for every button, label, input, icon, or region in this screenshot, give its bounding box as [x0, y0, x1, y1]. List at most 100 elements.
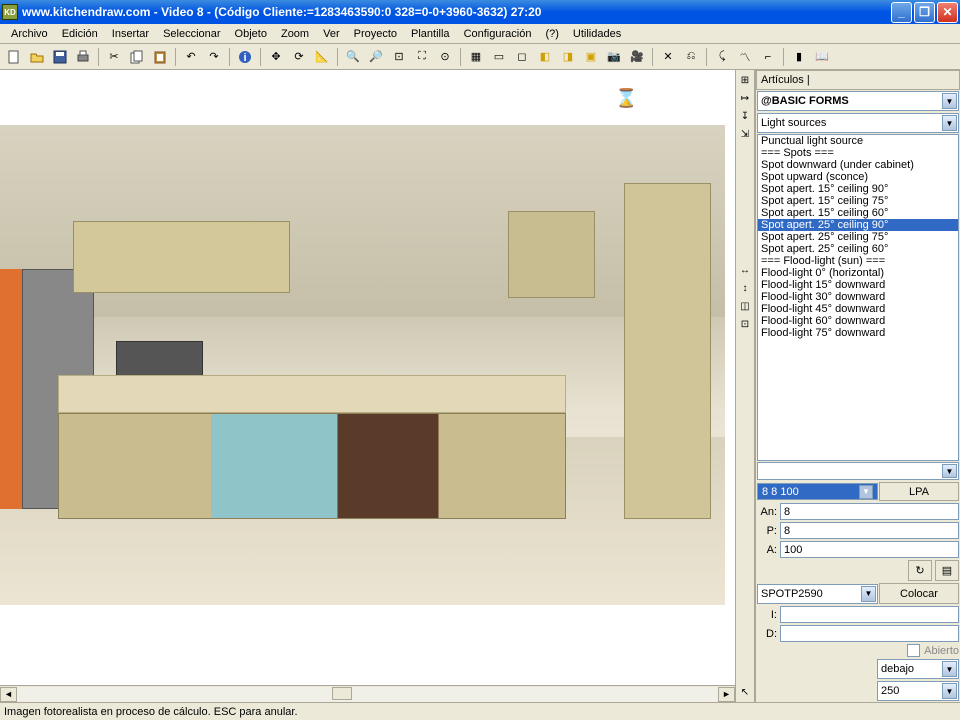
save-icon[interactable] [50, 47, 70, 67]
info-icon[interactable]: i [235, 47, 255, 67]
view-shaded-icon[interactable]: ◨ [558, 47, 578, 67]
lpa-button[interactable]: LPA [879, 482, 959, 501]
vtool-8-icon[interactable]: ⊡ [737, 316, 753, 332]
zoom-out-icon[interactable]: 🔎 [366, 47, 386, 67]
vtool-4-icon[interactable]: ⇲ [737, 126, 753, 142]
list-item[interactable]: Flood-light 15° downward [758, 279, 958, 291]
new-icon[interactable] [4, 47, 24, 67]
horizontal-scrollbar[interactable]: ◄ ► [0, 685, 735, 702]
sub-combo[interactable]: ▼ [757, 462, 959, 480]
open-checkbox[interactable] [907, 644, 920, 657]
offset-combo[interactable]: 250▼ [877, 681, 959, 701]
category-combo[interactable]: Light sources▼ [757, 113, 959, 133]
tool-b-icon[interactable]: ⎌ [681, 47, 701, 67]
menu-objeto[interactable]: Objeto [228, 26, 274, 42]
view-real-icon[interactable]: ▣ [581, 47, 601, 67]
list-item[interactable]: Spot apert. 25° ceiling 90° [758, 219, 958, 231]
redo-icon[interactable]: ↷ [204, 47, 224, 67]
menu-ver[interactable]: Ver [316, 26, 347, 42]
vtool-cursor-icon[interactable]: ↖ [737, 684, 753, 700]
list-item[interactable]: Spot apert. 25° ceiling 75° [758, 231, 958, 243]
catalog-icon[interactable]: 📖 [812, 47, 832, 67]
list-item[interactable]: === Flood-light (sun) === [758, 255, 958, 267]
vtool-7-icon[interactable]: ◫ [737, 298, 753, 314]
scroll-right-button[interactable]: ► [718, 687, 735, 702]
undo-icon[interactable]: ↶ [181, 47, 201, 67]
paste-icon[interactable] [150, 47, 170, 67]
open-icon[interactable] [27, 47, 47, 67]
detail-button[interactable]: ▤ [935, 560, 959, 581]
maximize-button[interactable]: ❐ [914, 2, 935, 23]
menu-bar: Archivo Edición Insertar Seleccionar Obj… [0, 24, 960, 44]
list-item[interactable]: Spot upward (sconce) [758, 171, 958, 183]
depth-input[interactable] [780, 522, 959, 539]
d-input[interactable] [780, 625, 959, 642]
menu-zoom[interactable]: Zoom [274, 26, 316, 42]
zoom-fit-icon[interactable]: ⛶ [412, 47, 432, 67]
rotate-icon[interactable]: ⟳ [289, 47, 309, 67]
list-item[interactable]: Spot apert. 15° ceiling 60° [758, 207, 958, 219]
altitude-input[interactable] [780, 541, 959, 558]
list-item[interactable]: Flood-light 0° (horizontal) [758, 267, 958, 279]
list-item[interactable]: Spot downward (under cabinet) [758, 159, 958, 171]
refresh-button[interactable]: ↻ [908, 560, 932, 581]
render-viewport[interactable]: ⌛ [0, 70, 735, 685]
view-top-icon[interactable]: ▦ [466, 47, 486, 67]
zoom-prev-icon[interactable]: ⊙ [435, 47, 455, 67]
scroll-thumb[interactable] [332, 687, 352, 700]
video-icon[interactable]: 🎥 [627, 47, 647, 67]
tool-d-icon[interactable]: 〽 [735, 47, 755, 67]
vtool-6-icon[interactable]: ↕ [737, 280, 753, 296]
ref-combo[interactable]: SPOTP2590▼ [757, 584, 878, 604]
close-button[interactable]: ✕ [937, 2, 958, 23]
menu-proyecto[interactable]: Proyecto [347, 26, 404, 42]
menu-utilidades[interactable]: Utilidades [566, 26, 628, 42]
menu-insertar[interactable]: Insertar [105, 26, 156, 42]
zoom-in-icon[interactable]: 🔍 [343, 47, 363, 67]
menu-configuracion[interactable]: Configuración [457, 26, 539, 42]
list-item[interactable]: Punctual light source [758, 135, 958, 147]
camera-icon[interactable]: 📷 [604, 47, 624, 67]
cut-icon[interactable]: ✂ [104, 47, 124, 67]
list-item[interactable]: Flood-light 30° downward [758, 291, 958, 303]
vtool-5-icon[interactable]: ↔ [737, 262, 753, 278]
dims-display[interactable]: 8 8 100▼ [757, 483, 878, 500]
tool-a-icon[interactable]: ✕ [658, 47, 678, 67]
list-item[interactable]: Spot apert. 25° ceiling 60° [758, 243, 958, 255]
width-input[interactable] [780, 503, 959, 520]
menu-seleccionar[interactable]: Seleccionar [156, 26, 227, 42]
scroll-left-button[interactable]: ◄ [0, 687, 17, 702]
position-combo[interactable]: debajo▼ [877, 659, 959, 679]
view-wire-icon[interactable]: ◻ [512, 47, 532, 67]
list-item[interactable]: Spot apert. 15° ceiling 90° [758, 183, 958, 195]
items-listbox[interactable]: Punctual light source=== Spots ===Spot d… [757, 134, 959, 461]
i-label: I: [757, 609, 779, 621]
menu-edicion[interactable]: Edición [55, 26, 105, 42]
list-item[interactable]: Spot apert. 15° ceiling 75° [758, 195, 958, 207]
measure-icon[interactable]: 📐 [312, 47, 332, 67]
tool-e-icon[interactable]: ⌐ [758, 47, 778, 67]
vtool-1-icon[interactable]: ⊞ [737, 72, 753, 88]
place-button[interactable]: Colocar [879, 583, 959, 604]
vtool-2-icon[interactable]: ↦ [737, 90, 753, 106]
list-item[interactable]: Flood-light 60° downward [758, 315, 958, 327]
list-item[interactable]: === Spots === [758, 147, 958, 159]
palette-icon[interactable]: ▮ [789, 47, 809, 67]
copy-icon[interactable] [127, 47, 147, 67]
chevron-down-icon: ▼ [861, 586, 876, 602]
view-elev-icon[interactable]: ▭ [489, 47, 509, 67]
zoom-window-icon[interactable]: ⊡ [389, 47, 409, 67]
list-item[interactable]: Flood-light 75° downward [758, 327, 958, 339]
catalog-combo[interactable]: @BASIC FORMS▼ [757, 91, 959, 111]
tool-c-icon[interactable]: ⤹ [712, 47, 732, 67]
print-icon[interactable] [73, 47, 93, 67]
menu-archivo[interactable]: Archivo [4, 26, 55, 42]
menu-help[interactable]: (?) [538, 26, 565, 42]
move-icon[interactable]: ✥ [266, 47, 286, 67]
list-item[interactable]: Flood-light 45° downward [758, 303, 958, 315]
vtool-3-icon[interactable]: ↧ [737, 108, 753, 124]
menu-plantilla[interactable]: Plantilla [404, 26, 457, 42]
i-input[interactable] [780, 606, 959, 623]
minimize-button[interactable]: _ [891, 2, 912, 23]
view-hidden-icon[interactable]: ◧ [535, 47, 555, 67]
